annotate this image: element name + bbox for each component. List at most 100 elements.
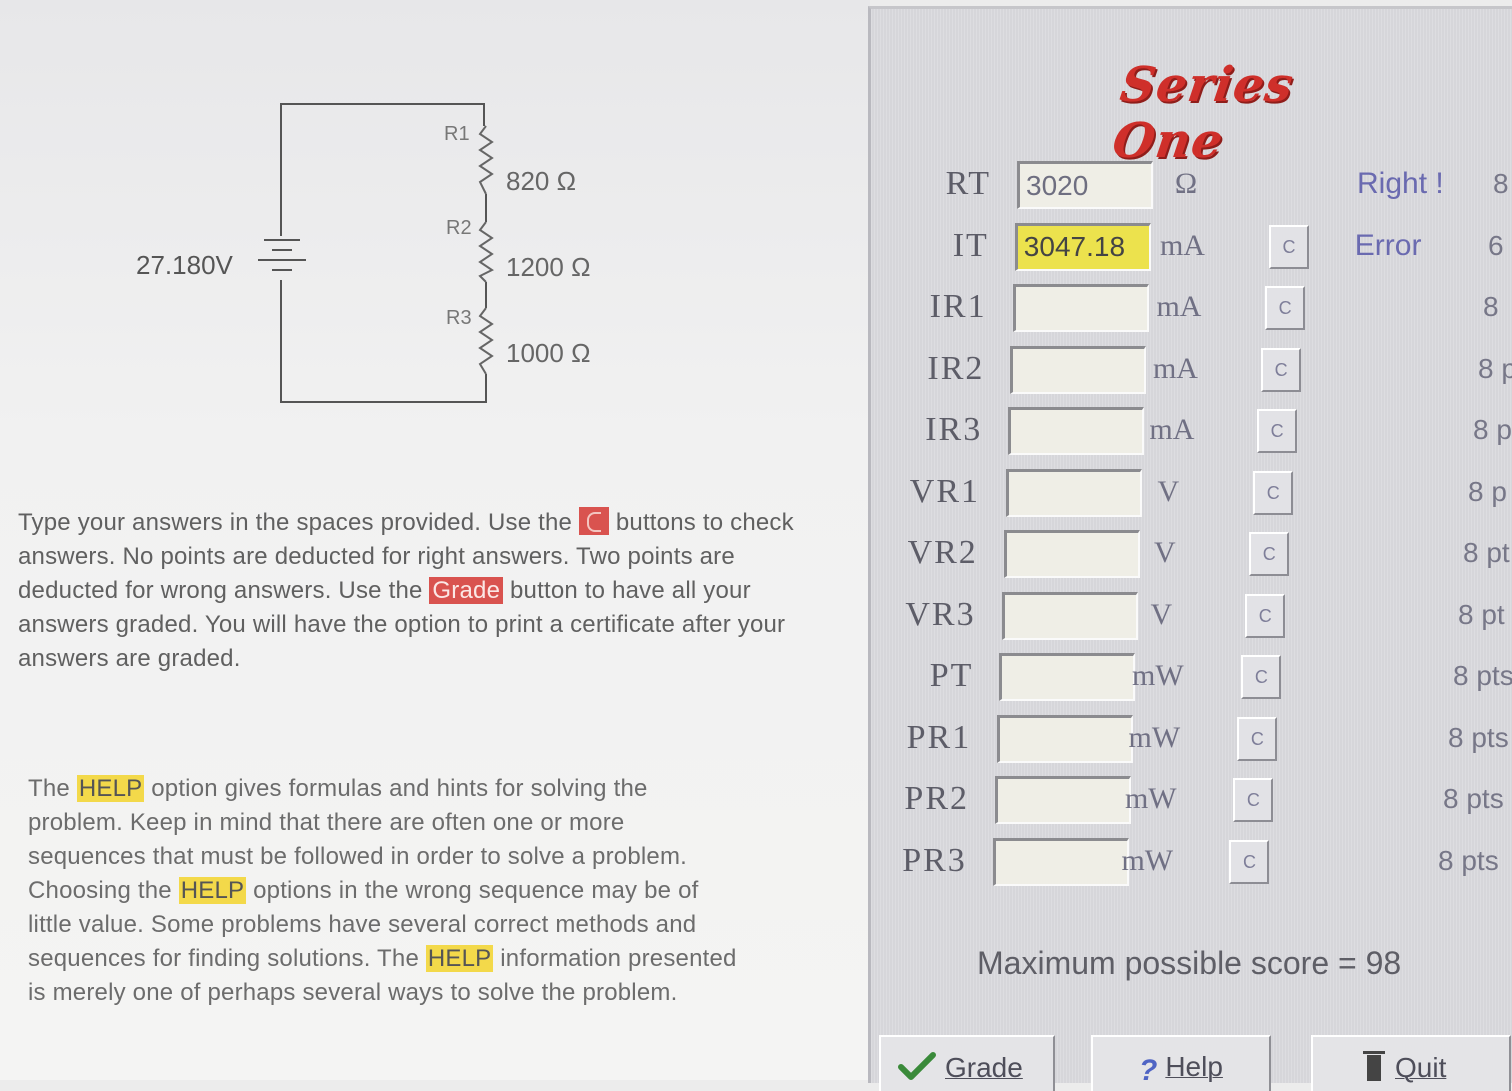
resistor-r3-value: 1000 Ω bbox=[506, 338, 591, 368]
status-text: Right ! bbox=[1357, 167, 1444, 200]
unit-label: mW bbox=[1124, 782, 1177, 815]
vr1-input[interactable] bbox=[1006, 468, 1142, 517]
unit-label: mA bbox=[1152, 351, 1198, 385]
points-text: 6 bbox=[1488, 229, 1504, 261]
row-label: VR1 bbox=[909, 472, 980, 510]
help-paragraph: The HELP option gives formulas and hints… bbox=[28, 775, 737, 1006]
unit-label: V bbox=[1150, 597, 1173, 631]
resistor-r2-symbol bbox=[478, 221, 494, 283]
resistor-r2-name: R2 bbox=[446, 217, 472, 239]
vr2-input[interactable] bbox=[1003, 530, 1140, 578]
resistor-r1-symbol bbox=[478, 125, 494, 195]
answer-row-pt: PT mW C 8 pts bbox=[871, 651, 1512, 711]
rt-input[interactable] bbox=[1017, 161, 1153, 209]
check-button-ir3[interactable]: C bbox=[1257, 409, 1298, 453]
unit-label: mW bbox=[1128, 720, 1181, 754]
help-keyword: HELP bbox=[425, 945, 494, 972]
answer-panel: Series One RT Ω Right ! 8 IT mA C Error 6 IR1 mA C 8… bbox=[868, 6, 1512, 1091]
door-icon bbox=[1363, 1051, 1387, 1088]
row-label: RT bbox=[945, 165, 991, 202]
points-text: 8 p bbox=[1473, 414, 1512, 445]
row-label: IR2 bbox=[927, 349, 985, 387]
answer-row-ir2: IR2 mA C 8 p bbox=[871, 344, 1512, 404]
question-icon: ? bbox=[1139, 1054, 1158, 1087]
answer-row-ir3: IR3 mA C 8 p bbox=[871, 405, 1512, 465]
check-button-ir1[interactable]: C bbox=[1265, 286, 1306, 330]
row-label: VR2 bbox=[907, 534, 978, 571]
source-voltage-label: 27.180V bbox=[136, 250, 234, 280]
check-button-sample-icon bbox=[578, 507, 609, 535]
circuit-diagram: 27.180V R1 R2 R3 820 Ω 1200 Ω 1000 Ω bbox=[136, 103, 591, 403]
answer-row-vr1: VR1 V C 8 p bbox=[871, 467, 1512, 527]
help-keyword: HELP bbox=[178, 877, 247, 904]
answer-row-it: IT mA C Error 6 bbox=[871, 221, 1512, 281]
points-text: 8 p bbox=[1468, 475, 1507, 507]
row-label: IR1 bbox=[929, 288, 987, 325]
resistor-r1-value: 820 Ω bbox=[506, 166, 576, 196]
check-button-pr3[interactable]: C bbox=[1229, 839, 1270, 884]
unit-label: V bbox=[1157, 474, 1180, 508]
unit-label: V bbox=[1154, 536, 1176, 569]
unit-label: mW bbox=[1121, 843, 1174, 877]
row-label: PR3 bbox=[902, 841, 967, 879]
unit-label: mA bbox=[1156, 290, 1202, 323]
points-text: 8 pts bbox=[1443, 783, 1504, 814]
check-button-ir2[interactable]: C bbox=[1261, 347, 1302, 392]
row-label: PT bbox=[929, 657, 974, 694]
battery-symbol bbox=[258, 239, 306, 271]
it-input[interactable] bbox=[1014, 222, 1151, 271]
answer-row-rt: RT Ω Right ! 8 bbox=[871, 159, 1512, 219]
answer-row-vr2: VR2 V C 8 pt bbox=[871, 528, 1512, 588]
unit-label: Ω bbox=[1174, 167, 1198, 200]
points-text: 8 pt bbox=[1458, 598, 1505, 630]
resistor-r2-value: 1200 Ω bbox=[506, 252, 591, 282]
row-label: PR1 bbox=[906, 718, 972, 756]
series-title: Series One bbox=[1109, 57, 1298, 169]
help-button[interactable]: ? Help bbox=[1091, 1035, 1271, 1091]
unit-label: mA bbox=[1149, 413, 1195, 446]
points-text: 8 p bbox=[1478, 352, 1512, 384]
ir1-input[interactable] bbox=[1012, 284, 1149, 332]
pr2-input[interactable] bbox=[995, 776, 1131, 824]
status-text: Error bbox=[1354, 228, 1422, 262]
help-keyword: HELP bbox=[76, 775, 145, 802]
left-panel: 27.180V R1 R2 R3 820 Ω 1200 Ω 1000 Ω Typ… bbox=[0, 0, 870, 1080]
ir3-input[interactable] bbox=[1008, 407, 1145, 455]
grade-keyword: Grade bbox=[429, 577, 504, 604]
check-button-vr3[interactable]: C bbox=[1245, 593, 1286, 638]
instructions-paragraph: Type your answers in the spaces provided… bbox=[18, 507, 794, 672]
pr1-input[interactable] bbox=[997, 714, 1134, 763]
resistor-r1-name: R1 bbox=[444, 123, 470, 145]
row-label: IT bbox=[952, 226, 989, 264]
check-button-vr1[interactable]: C bbox=[1253, 470, 1294, 515]
pt-input[interactable] bbox=[999, 653, 1136, 701]
check-button-vr2[interactable]: C bbox=[1249, 532, 1290, 576]
answer-row-pr2: PR2 mW C 8 pts bbox=[871, 774, 1512, 834]
row-label: PR2 bbox=[904, 780, 969, 817]
pr3-input[interactable] bbox=[992, 837, 1129, 886]
vr3-input[interactable] bbox=[1001, 591, 1138, 640]
points-text: 8 bbox=[1483, 291, 1499, 322]
bottom-wire bbox=[280, 280, 487, 403]
check-button-it[interactable]: C bbox=[1269, 224, 1310, 269]
check-button-pr1[interactable]: C bbox=[1237, 716, 1278, 761]
row-label: IR3 bbox=[925, 411, 983, 448]
answer-row-vr3: VR3 V C 8 pt bbox=[871, 590, 1512, 650]
max-score-text: Maximum possible score = 98 bbox=[977, 945, 1402, 981]
answer-row-pr3: PR3 mW C 8 pts bbox=[871, 836, 1512, 896]
unit-label: mA bbox=[1159, 228, 1205, 262]
check-button-pt[interactable]: C bbox=[1241, 655, 1282, 699]
answer-row-pr1: PR1 mW C 8 pts bbox=[871, 713, 1512, 773]
points-text: 8 pts bbox=[1453, 660, 1512, 691]
points-text: 8 pts bbox=[1448, 721, 1509, 753]
points-text: 8 pt bbox=[1463, 537, 1510, 568]
ir2-input[interactable] bbox=[1010, 345, 1147, 394]
resistor-r3-symbol bbox=[478, 307, 494, 375]
grade-button[interactable]: Grade bbox=[879, 1035, 1055, 1091]
points-text: 8 bbox=[1493, 168, 1509, 199]
check-button-pr2[interactable]: C bbox=[1233, 778, 1274, 822]
check-icon bbox=[897, 1051, 937, 1088]
quit-button[interactable]: Quit bbox=[1311, 1035, 1511, 1091]
answer-row-ir1: IR1 mA C 8 bbox=[871, 282, 1512, 342]
row-label: VR3 bbox=[905, 595, 976, 633]
